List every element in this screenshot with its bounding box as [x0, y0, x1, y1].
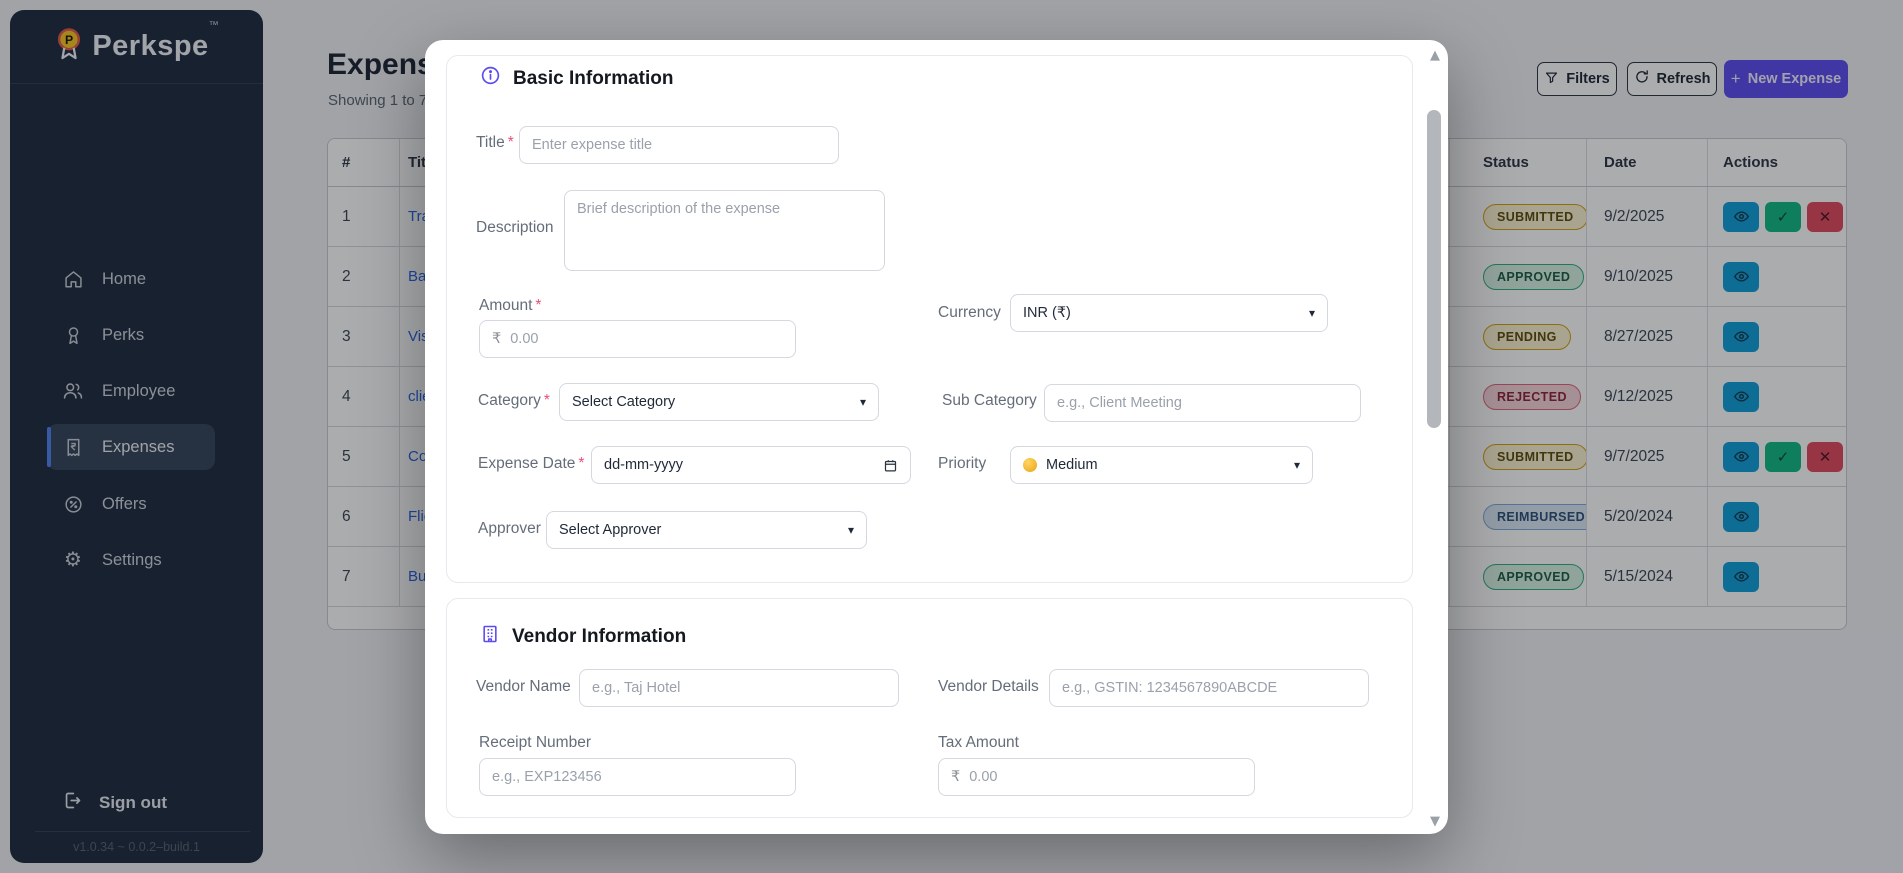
- chevron-down-icon: ▾: [848, 523, 854, 537]
- receipt-number-input[interactable]: [479, 758, 796, 796]
- scroll-up-arrow-icon[interactable]: ▲: [1422, 48, 1448, 63]
- priority-select[interactable]: Medium ▾: [1010, 446, 1313, 484]
- title-label: Title*: [476, 132, 514, 154]
- currency-select[interactable]: INR (₹) ▾: [1010, 294, 1328, 332]
- rupee-prefix: ₹: [492, 331, 501, 347]
- vendor-information-section: Vendor Information Vendor Name Vendor De…: [446, 598, 1413, 818]
- approver-value: Select Approver: [559, 522, 661, 538]
- vendor-details-label: Vendor Details: [938, 676, 1039, 698]
- currency-value: INR (₹): [1023, 305, 1071, 321]
- calendar-icon: [883, 458, 898, 473]
- amount-input[interactable]: ₹ 0.00: [479, 320, 796, 358]
- vendor-details-input[interactable]: [1049, 669, 1369, 707]
- description-textarea[interactable]: [564, 190, 885, 271]
- building-icon: [480, 624, 500, 650]
- vendor-name-label: Vendor Name: [476, 676, 571, 698]
- category-value: Select Category: [572, 394, 675, 410]
- priority-value: Medium: [1046, 457, 1098, 473]
- app-window: P Perkspe™ Home Perks Employee: [0, 0, 1903, 873]
- scroll-down-arrow-icon[interactable]: ▼: [1422, 814, 1448, 829]
- new-expense-dialog: Basic Information Title* Description Amo…: [425, 40, 1448, 834]
- section-heading: Basic Information: [513, 68, 673, 90]
- category-label: Category*: [478, 390, 550, 412]
- receipt-number-label: Receipt Number: [479, 732, 591, 754]
- description-label: Description: [476, 217, 554, 239]
- vendor-name-input[interactable]: [579, 669, 899, 707]
- category-select[interactable]: Select Category ▾: [559, 383, 879, 421]
- tax-amount-label: Tax Amount: [938, 732, 1019, 754]
- chevron-down-icon: ▾: [860, 395, 866, 409]
- priority-medium-dot-icon: [1023, 458, 1037, 472]
- expense-date-input[interactable]: dd-mm-yyyy: [591, 446, 911, 484]
- dialog-scrollbar-thumb[interactable]: [1427, 110, 1441, 428]
- approver-label: Approver: [478, 518, 541, 540]
- expense-date-label: Expense Date*: [478, 453, 584, 475]
- title-input[interactable]: [519, 126, 839, 164]
- rupee-prefix: ₹: [951, 769, 960, 785]
- chevron-down-icon: ▾: [1294, 458, 1300, 472]
- info-icon: [480, 65, 501, 92]
- amount-placeholder: 0.00: [510, 331, 538, 347]
- section-heading: Vendor Information: [512, 626, 686, 648]
- approver-select[interactable]: Select Approver ▾: [546, 511, 867, 549]
- tax-amount-input[interactable]: ₹ 0.00: [938, 758, 1255, 796]
- amount-label: Amount*: [479, 295, 541, 317]
- tax-placeholder: 0.00: [969, 769, 997, 785]
- basic-information-section: Basic Information Title* Description Amo…: [446, 55, 1413, 583]
- sub-category-label: Sub Category: [942, 390, 1037, 412]
- currency-label: Currency: [938, 302, 1001, 324]
- sub-category-input[interactable]: [1044, 384, 1361, 422]
- priority-label: Priority: [938, 453, 986, 475]
- expense-date-value: dd-mm-yyyy: [604, 457, 683, 473]
- chevron-down-icon: ▾: [1309, 306, 1315, 320]
